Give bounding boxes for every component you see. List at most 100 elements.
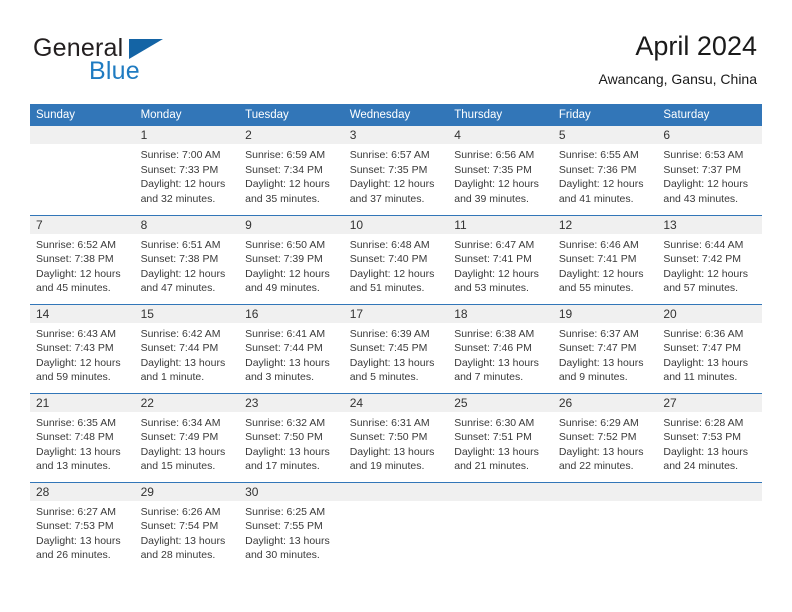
day-detail-line: Sunset: 7:35 PM bbox=[454, 163, 532, 176]
day-detail-line: Sunset: 7:36 PM bbox=[558, 163, 637, 176]
day-detail-line: Sunrise: 6:39 AM bbox=[349, 327, 430, 340]
calendar-day-cell[interactable]: 17 Sunrise: 6:39 AM Sunset: 7:45 PM Dayligh… bbox=[343, 303, 449, 393]
calendar-day-cell[interactable]: 28 Sunrise: 6:27 AM Sunset: 7:53 PM Dayligh… bbox=[30, 481, 135, 571]
calendar-day-cell[interactable]: 29 Sunrise: 6:26 AM Sunset: 7:54 PM Dayligh… bbox=[134, 481, 240, 571]
calendar-day-cell[interactable]: 24 Sunrise: 6:31 AM Sunset: 7:50 PM Dayligh… bbox=[343, 392, 449, 482]
day-detail-line: and 32 minutes. bbox=[140, 192, 216, 205]
day-number bbox=[552, 482, 658, 501]
weekday-header-saturday: Saturday bbox=[657, 104, 762, 126]
day-detail-line: and 21 minutes. bbox=[454, 460, 529, 473]
day-number: 21 bbox=[30, 393, 135, 412]
calendar-day-cell[interactable]: 10 Sunrise: 6:48 AM Sunset: 7:40 PM Dayligh… bbox=[343, 214, 449, 304]
day-details bbox=[553, 501, 658, 505]
day-number: 11 bbox=[448, 215, 553, 234]
day-number: 19 bbox=[552, 304, 658, 323]
day-detail-line: Sunset: 7:33 PM bbox=[140, 163, 219, 176]
day-details: Sunrise: 6:51 AM Sunset: 7:38 PM Daylight:… bbox=[135, 234, 240, 296]
day-detail-line: Sunrise: 6:31 AM bbox=[349, 416, 430, 429]
day-detail-line: Daylight: 12 hours bbox=[349, 178, 435, 191]
day-detail-line: Sunrise: 6:52 AM bbox=[36, 238, 116, 251]
calendar-day-cell[interactable]: 23 Sunrise: 6:32 AM Sunset: 7:50 PM Dayligh… bbox=[239, 392, 344, 482]
calendar-day-cell[interactable]: 5 Sunrise: 6:55 AM Sunset: 7:36 PM Daylight… bbox=[552, 126, 658, 215]
day-detail-line: Sunrise: 6:47 AM bbox=[454, 238, 535, 251]
day-detail-line: and 53 minutes. bbox=[454, 282, 529, 295]
day-details: Sunrise: 6:48 AM Sunset: 7:40 PM Daylight:… bbox=[344, 234, 449, 296]
day-details: Sunrise: 6:30 AM Sunset: 7:51 PM Daylight:… bbox=[448, 412, 553, 474]
day-detail-line: Sunset: 7:42 PM bbox=[663, 253, 742, 266]
calendar-day-cell[interactable]: 22 Sunrise: 6:34 AM Sunset: 7:49 PM Dayligh… bbox=[134, 392, 240, 482]
day-detail-line: Daylight: 13 hours bbox=[558, 445, 644, 458]
day-detail-line: Sunset: 7:34 PM bbox=[245, 163, 323, 176]
day-number bbox=[30, 126, 135, 144]
calendar-table: Sunday Monday Tuesday Wednesday Thursday Frid… bbox=[30, 104, 762, 571]
calendar-day-cell[interactable]: 27 Sunrise: 6:28 AM Sunset: 7:53 PM Dayligh… bbox=[657, 392, 762, 482]
day-detail-line: Sunrise: 6:57 AM bbox=[349, 149, 430, 161]
calendar-day-cell[interactable]: 3 Sunrise: 6:57 AM Sunset: 7:35 PM Daylight… bbox=[343, 126, 449, 215]
day-detail-line: Sunset: 7:50 PM bbox=[245, 431, 323, 444]
day-detail-line: and 5 minutes. bbox=[349, 371, 419, 384]
calendar-day-cell[interactable]: 11 Sunrise: 6:47 AM Sunset: 7:41 PM Dayligh… bbox=[448, 214, 553, 304]
day-detail-line: Daylight: 13 hours bbox=[454, 356, 539, 369]
day-number: 14 bbox=[30, 304, 135, 323]
calendar-day-cell[interactable]: 2 Sunrise: 6:59 AM Sunset: 7:34 PM Daylight… bbox=[239, 126, 344, 215]
day-detail-line: Daylight: 13 hours bbox=[245, 534, 330, 547]
calendar-day-cell[interactable]: 20 Sunrise: 6:36 AM Sunset: 7:47 PM Dayligh… bbox=[657, 303, 762, 393]
weekday-header-thursday: Thursday bbox=[448, 104, 553, 126]
calendar-day-cell[interactable]: 4 Sunrise: 6:56 AM Sunset: 7:35 PM Daylight… bbox=[448, 126, 553, 215]
brand-logo[interactable]: General Blue bbox=[33, 34, 263, 90]
day-detail-line: Daylight: 12 hours bbox=[349, 267, 435, 280]
day-number: 25 bbox=[448, 393, 553, 412]
calendar-day-cell[interactable]: 18 Sunrise: 6:38 AM Sunset: 7:46 PM Dayligh… bbox=[448, 303, 553, 393]
calendar-day-cell[interactable]: 15 Sunrise: 6:42 AM Sunset: 7:44 PM Dayligh… bbox=[134, 303, 240, 393]
calendar-week-row: 1 Sunrise: 7:00 AM Sunset: 7:33 PM Daylight… bbox=[30, 126, 762, 215]
day-detail-line: and 47 minutes. bbox=[140, 282, 216, 295]
day-number: 12 bbox=[552, 215, 658, 234]
day-detail-line: Sunset: 7:53 PM bbox=[36, 520, 114, 533]
day-details: Sunrise: 7:00 AM Sunset: 7:33 PM Daylight:… bbox=[135, 144, 240, 206]
day-detail-line: Sunset: 7:54 PM bbox=[140, 520, 219, 533]
page-header: General Blue April 2024 Awancang, Gansu,… bbox=[0, 0, 792, 100]
calendar-day-cell[interactable]: 9 Sunrise: 6:50 AM Sunset: 7:39 PM Daylight… bbox=[239, 214, 344, 304]
day-details: Sunrise: 6:50 AM Sunset: 7:39 PM Daylight:… bbox=[239, 234, 344, 296]
day-details: Sunrise: 6:37 AM Sunset: 7:47 PM Daylight:… bbox=[553, 323, 658, 385]
day-details: Sunrise: 6:31 AM Sunset: 7:50 PM Daylight:… bbox=[344, 412, 449, 474]
calendar-day-cell[interactable]: 6 Sunrise: 6:53 AM Sunset: 7:37 PM Daylight… bbox=[657, 126, 762, 215]
day-detail-line: Sunrise: 6:38 AM bbox=[454, 327, 535, 340]
calendar-day-cell[interactable]: 12 Sunrise: 6:46 AM Sunset: 7:41 PM Dayligh… bbox=[552, 214, 658, 304]
calendar-day-cell[interactable]: 7 Sunrise: 6:52 AM Sunset: 7:38 PM Daylight… bbox=[30, 214, 135, 304]
calendar-cell-empty bbox=[657, 481, 762, 571]
day-detail-line: Sunset: 7:39 PM bbox=[245, 253, 323, 266]
day-detail-line: and 15 minutes. bbox=[140, 460, 216, 473]
calendar-day-cell[interactable]: 19 Sunrise: 6:37 AM Sunset: 7:47 PM Dayligh… bbox=[552, 303, 658, 393]
calendar-cell-empty bbox=[30, 126, 135, 215]
calendar-week-row: 14 Sunrise: 6:43 AM Sunset: 7:43 PM Dayligh… bbox=[30, 303, 762, 393]
calendar-day-cell[interactable]: 30 Sunrise: 6:25 AM Sunset: 7:55 PM Dayligh… bbox=[239, 481, 344, 571]
day-detail-line: and 19 minutes. bbox=[349, 460, 425, 473]
day-details: Sunrise: 6:26 AM Sunset: 7:54 PM Daylight:… bbox=[135, 501, 240, 563]
day-details: Sunrise: 6:53 AM Sunset: 7:37 PM Daylight:… bbox=[657, 144, 762, 206]
day-number: 8 bbox=[134, 215, 240, 234]
day-detail-line: Daylight: 13 hours bbox=[663, 356, 749, 369]
day-details: Sunrise: 6:43 AM Sunset: 7:43 PM Daylight:… bbox=[30, 323, 135, 385]
day-detail-line: Sunrise: 6:37 AM bbox=[558, 327, 639, 340]
calendar-day-cell[interactable]: 26 Sunrise: 6:29 AM Sunset: 7:52 PM Dayligh… bbox=[552, 392, 658, 482]
calendar-day-cell[interactable]: 13 Sunrise: 6:44 AM Sunset: 7:42 PM Dayligh… bbox=[657, 214, 762, 304]
calendar-day-cell[interactable]: 21 Sunrise: 6:35 AM Sunset: 7:48 PM Dayligh… bbox=[30, 392, 135, 482]
calendar-day-cell[interactable]: 14 Sunrise: 6:43 AM Sunset: 7:43 PM Dayligh… bbox=[30, 303, 135, 393]
calendar-day-cell[interactable]: 8 Sunrise: 6:51 AM Sunset: 7:38 PM Daylight… bbox=[134, 214, 240, 304]
day-number: 24 bbox=[343, 393, 449, 412]
day-detail-line: Sunset: 7:48 PM bbox=[36, 431, 114, 444]
calendar-day-cell[interactable]: 16 Sunrise: 6:41 AM Sunset: 7:44 PM Dayligh… bbox=[239, 303, 344, 393]
calendar-day-cell[interactable]: 1 Sunrise: 7:00 AM Sunset: 7:33 PM Daylight… bbox=[134, 126, 240, 215]
day-number: 2 bbox=[239, 126, 344, 144]
day-number: 16 bbox=[239, 304, 344, 323]
day-number: 22 bbox=[134, 393, 240, 412]
day-detail-line: Sunrise: 6:46 AM bbox=[558, 238, 639, 251]
weekday-header-wednesday: Wednesday bbox=[343, 104, 449, 126]
day-detail-line: Sunset: 7:43 PM bbox=[36, 342, 114, 355]
calendar-week-row: 21 Sunrise: 6:35 AM Sunset: 7:48 PM Dayligh… bbox=[30, 392, 762, 482]
day-details: Sunrise: 6:39 AM Sunset: 7:45 PM Daylight:… bbox=[344, 323, 449, 385]
calendar-day-cell[interactable]: 25 Sunrise: 6:30 AM Sunset: 7:51 PM Dayligh… bbox=[448, 392, 553, 482]
day-detail-line: Sunset: 7:52 PM bbox=[558, 431, 637, 444]
day-detail-line: Sunset: 7:37 PM bbox=[663, 163, 742, 176]
